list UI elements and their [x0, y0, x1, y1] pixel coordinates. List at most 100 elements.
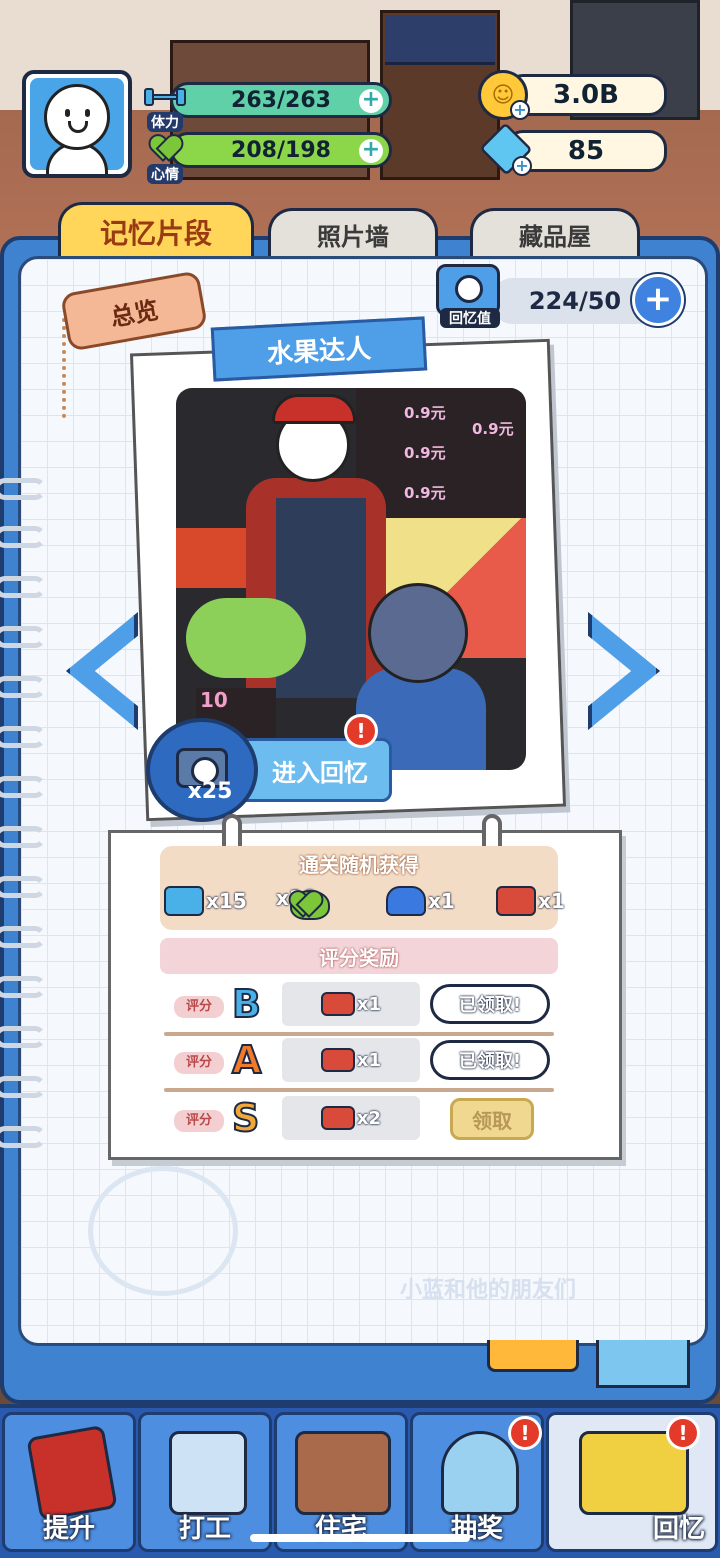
customer-face [368, 583, 468, 683]
bookmark-orange [487, 1340, 579, 1372]
brick-icon [320, 1048, 355, 1072]
claimed-label: 已领取! [458, 1051, 522, 1072]
energy-bar[interactable]: 263/263 + [170, 82, 392, 118]
nav-item-home[interactable]: 住宅 [274, 1412, 408, 1552]
seller-hat [272, 394, 356, 424]
avatar-eye [85, 109, 90, 117]
brick-icon [496, 886, 536, 916]
spiral-ring [0, 526, 46, 548]
coin-value: 3.0B [553, 80, 619, 110]
nav-item-upgrade[interactable]: 提升 [2, 1412, 136, 1552]
enter-memory-button[interactable]: 进入回忆 [238, 738, 392, 802]
dumbbell-icon [164, 886, 204, 916]
heart-icon [152, 136, 178, 160]
mood-label: 心情 [147, 164, 183, 184]
spiral-ring [0, 976, 46, 998]
mood-bar[interactable]: 208/198 + [170, 132, 392, 168]
spiral-ring [0, 1126, 46, 1148]
nav-label: 提升 [42, 1514, 95, 1544]
price-label: 0.9元 [404, 484, 446, 502]
memory-value-label: 回忆值 [440, 308, 500, 328]
gacha-machine-icon [441, 1431, 519, 1515]
claimed-label: 已领取! [458, 995, 522, 1016]
reward-item: x1 [496, 886, 565, 916]
home-indicator[interactable] [250, 1534, 470, 1542]
grade-b: B [231, 981, 262, 1027]
brick-icon [320, 1106, 355, 1130]
spiral-ring [0, 876, 46, 898]
score-reward: x2 [282, 1096, 420, 1140]
spiral-ring [0, 676, 46, 698]
memory-photo-image[interactable]: 0.9元 0.9元 0.9元 0.9元 10 [176, 388, 526, 770]
memory-value-plus-button[interactable]: + [632, 274, 684, 326]
tab-collection-room[interactable]: 藏品屋 [470, 208, 640, 258]
spiral-ring [0, 726, 46, 748]
nav-item-work[interactable]: 打工 [138, 1412, 272, 1552]
claimed-badge: 已领取! [430, 1040, 550, 1080]
score-reward-count: x1 [356, 1049, 382, 1071]
energy-label: 体力 [147, 112, 183, 132]
memory-value: 224/50 [528, 287, 622, 315]
house-icon [295, 1431, 391, 1515]
price-label: 0.9元 [404, 404, 446, 422]
reward-count: x1 [538, 889, 565, 913]
player-avatar[interactable] [22, 70, 132, 178]
coin-plus-icon[interactable]: + [510, 100, 530, 120]
clear-rewards-header: 通关随机获得 [160, 846, 558, 880]
dumbbell-icon [144, 88, 186, 106]
watermark-text: 小蓝和他的朋友们 [400, 1278, 577, 1303]
bookmark-blue [596, 1340, 690, 1388]
mood-plus-button[interactable]: + [359, 139, 383, 163]
avatar-mouth [68, 121, 88, 133]
spiral-ring [0, 826, 46, 848]
spiral-ring [0, 1076, 46, 1098]
mood-value: 208/198 [231, 137, 331, 163]
score-row-a: 评分 A x1 已领取! [160, 1037, 558, 1092]
price-label: 0.9元 [472, 420, 514, 438]
reward-item: x15 [164, 886, 247, 916]
claim-button[interactable]: 领取 [450, 1098, 534, 1140]
score-reward-count: x1 [356, 993, 382, 1015]
score-row-s: 评分 S x2 领取 [160, 1095, 558, 1146]
score-row-b: 评分 B x1 已领取! [160, 981, 558, 1036]
row-divider [164, 1032, 554, 1036]
score-reward: x1 [282, 1038, 420, 1082]
tab-photo-wall[interactable]: 照片墙 [268, 208, 438, 258]
score-label: 评分 [174, 1110, 224, 1132]
score-reward: x1 [282, 982, 420, 1026]
score-rewards-header: 评分奖励 [160, 938, 558, 974]
reward-item: x1 [386, 886, 455, 916]
score-reward-count: x2 [356, 1107, 382, 1129]
reward-count: x15 [206, 889, 247, 913]
energy-plus-button[interactable]: + [359, 89, 383, 113]
grade-s: S [231, 1095, 260, 1141]
claimed-badge: 已领取! [430, 984, 550, 1024]
memory-title-text: 水果达人 [266, 333, 372, 370]
energy-icon: 体力 [138, 80, 192, 132]
avatar-face [44, 84, 110, 150]
gem-plus-icon[interactable]: + [512, 156, 532, 176]
spiral-ring [0, 926, 46, 948]
reward-item: x10 [276, 886, 330, 920]
memory-title: 水果达人 [210, 316, 428, 382]
price-label: 0.9元 [404, 444, 446, 462]
grade-a: A [231, 1037, 262, 1083]
energy-value: 263/263 [231, 87, 331, 113]
tab-label: 藏品屋 [519, 223, 591, 251]
id-badge-icon [169, 1431, 247, 1515]
mood-icon: 心情 [138, 132, 192, 184]
brick-icon [320, 992, 355, 1016]
score-rewards-title: 评分奖励 [319, 945, 399, 970]
book-icon [26, 1424, 118, 1522]
alert-icon: ! [508, 1416, 542, 1450]
tab-label: 记忆片段 [99, 216, 212, 250]
doodle-face-icon [88, 1166, 238, 1296]
enter-memory-label: 进入回忆 [272, 758, 368, 787]
alert-icon: ! [344, 714, 378, 748]
overview-label: 总览 [108, 295, 161, 332]
spiral-ring [0, 776, 46, 798]
heart-icon [290, 890, 330, 920]
tab-memory-fragments[interactable]: 记忆片段 [58, 202, 254, 258]
bowls-stack [186, 598, 306, 678]
spiral-ring [0, 1026, 46, 1048]
